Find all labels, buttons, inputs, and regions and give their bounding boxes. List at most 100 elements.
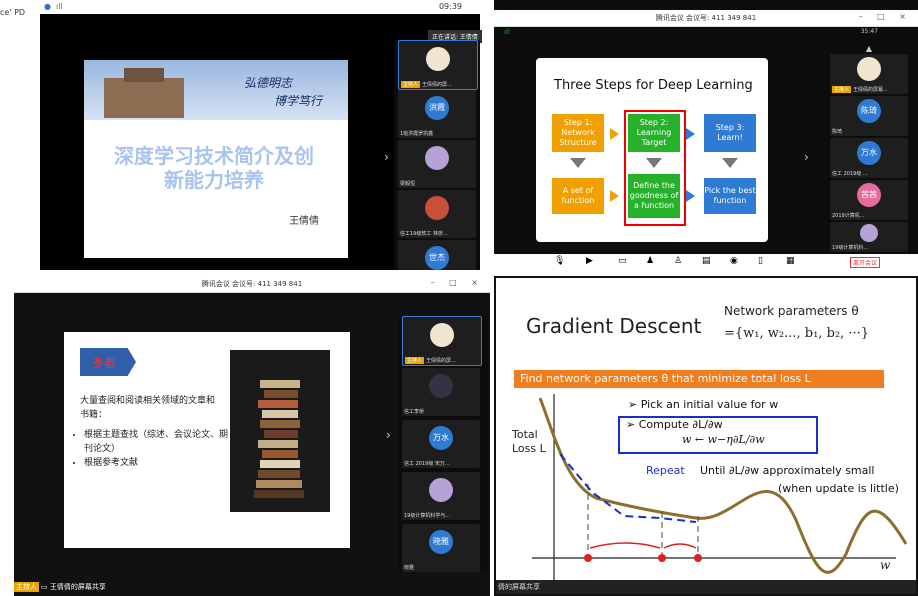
avatar: 洪霞 [425,96,449,120]
participant-tile[interactable]: 洪霞 1班洪霞罗凯鑫 [398,90,476,138]
bullet-list: 根据主题查找（综述、会议论文、期刊论文） 根据参考文献 [66,428,234,470]
books-image [230,350,330,512]
left-edge-label: ce' PD [0,8,26,17]
repeat-label: Repeat [646,464,685,477]
avatar [425,146,449,170]
highlight-frame [624,110,686,226]
members-icon[interactable]: ♟ [646,256,654,266]
participant-tile[interactable]: 晓雅 晓雅 [402,524,480,572]
participant-panel-q3: 主持人 王倩倩的屏... 信工李桥 万水 信工 2019级 宋万... 19级计算… [398,316,488,572]
participant-tile[interactable]: 19级计算机科学与... [402,472,480,520]
avatar: 茜茜 [857,183,881,207]
signal-icon: ıll [56,2,63,11]
mic-icon[interactable]: 🎙 [554,256,565,266]
participant-tile[interactable]: 主持人 王倩倩的屏幕... [830,54,908,94]
clock-text: 35:47 [860,28,878,35]
arrow-right-icon [610,128,619,140]
avatar [425,196,449,220]
participant-tile[interactable]: 世杰 [398,240,476,270]
clock-text: 09:39 [438,2,462,11]
params-label: Network parameters θ [724,304,859,318]
participant-panel-q2: ▲ 主持人 王倩倩的屏幕... 陈琦 陈琦 万水 信工 2019级 ... 茜茜 … [826,44,912,254]
slide-q1: 弘德明志 博学笃行 深度学习技术简介及创 新能力培养 王倩倩 [84,60,348,258]
avatar [860,224,878,242]
window-controls[interactable]: – □ × [859,12,912,21]
leave-button[interactable]: 离开会议 [849,257,880,268]
invite-icon[interactable]: ♙ [674,256,682,266]
compute-line: ➢ Compute ∂L/∂w [626,418,723,431]
avatar: 晓雅 [429,530,453,554]
participant-tile[interactable]: 梁毅恒 [398,140,476,188]
shield-icon: ● [44,2,51,11]
signal-icon: ıll [504,28,510,36]
when-text: (when update is little) [778,482,899,495]
step-point [658,554,666,562]
avatar [857,57,881,81]
participant-tile[interactable]: 万水 信工 2019级 宋万... [402,420,480,468]
slide-title-line2: 新能力培养 [164,168,264,192]
record-icon[interactable]: ◉ [730,256,738,266]
status-bar: ● ıll 09:39 [40,0,480,14]
participant-tile[interactable]: 茜茜 2019计算机... [830,180,908,220]
objective-text: Find network parameters θ that minimize … [520,372,811,385]
window-title: 腾讯会议 会议号: 411 349 841 [14,276,490,293]
step-point [694,554,702,562]
avatar: 世杰 [425,246,449,270]
share-icon[interactable]: ▭ [618,256,627,266]
step1-box: Step 1: Network Structure [552,114,604,152]
params-set: ={w₁, w₂..., b₁, b₂, ···} [724,326,870,341]
y-axis-label: Total Loss L [512,428,546,455]
chevron-right-icon[interactable]: › [384,150,389,164]
list-item: 根据主题查找（综述、会议论文、期刊论文） [84,428,234,456]
until-text: Until ∂L/∂w approximately small [700,464,875,477]
camera-icon[interactable]: ▶ [586,256,593,266]
calligraphy-2: 博学笃行 [274,94,323,108]
share-label: 倩的屏幕共享 [496,580,916,594]
arrow-down-icon [570,158,586,168]
avatar: 陈琦 [857,99,881,123]
arrow-right-icon [686,128,695,140]
chevron-right-icon[interactable]: › [804,150,809,164]
step3-box: Step 3: Learn! [704,114,756,152]
slide-title: Gradient Descent [526,314,702,338]
quadrant-bottom-right: Gradient Descent Network parameters θ ={… [494,276,918,596]
participant-tile[interactable]: 信工李桥 [402,368,480,416]
update-rule: w ← w−η∂L/∂w [682,433,765,446]
slide-title: Three Steps for Deep Learning [554,78,753,93]
share-icon: ▭ [41,583,48,591]
window-title: 腾讯会议 会议号: 411 349 841 [494,10,918,27]
participant-tile[interactable]: 万水 信工 2019级 ... [830,138,908,178]
arrow-down-icon [722,158,738,168]
best-function-box: Pick the best function [704,178,756,214]
step-point [584,554,592,562]
badge-text: 多看 [92,356,117,370]
avatar: 万水 [429,426,453,450]
quadrant-top-right: 腾讯会议 会议号: 411 349 841 – □ × 35:47 ıll Th… [494,0,918,270]
chat-icon[interactable]: ▤ [702,256,711,266]
meeting-toolbar: 🎙 ▶ ▭ ♟ ♙ ▤ ◉ ▯ ▦ 离开会议 [494,254,918,270]
chevron-up-icon[interactable]: ▲ [826,44,912,53]
arrow-right-icon [610,190,619,202]
function-set-box: A set of function [552,178,604,214]
slide-paragraph: 大量查阅和阅读相关领域的文章和书籍： [80,396,216,420]
participant-tile[interactable]: 主持人 王倩倩的屏... [402,316,482,366]
avatar [429,478,453,502]
campus-photo [84,60,348,120]
participant-tile[interactable]: 主持人 王倩倩的屏... [398,40,478,90]
participant-tile[interactable]: 19级计算机科... [830,222,908,252]
avatar [429,374,453,398]
pick-line: ➢ Pick an initial value for w [628,398,779,411]
participant-tile[interactable]: 陈琦 陈琦 [830,96,908,136]
brace [663,543,697,549]
doc-icon[interactable]: ▯ [758,256,763,266]
slide-q2: Three Steps for Deep Learning Step 1: Ne… [536,58,768,242]
apps-icon[interactable]: ▦ [786,256,795,266]
participant-tile[interactable]: 信工19级软工 林彦... [398,190,476,238]
avatar: 万水 [857,141,881,165]
chevron-right-icon[interactable]: › [386,428,391,442]
avatar [426,47,450,71]
arrow-right-icon [686,190,695,202]
list-item: 根据参考文献 [84,456,234,470]
share-label: 主持人 ▭ 王倩倩的屏幕共享 [14,582,106,592]
window-controls[interactable]: – □ × [431,278,484,287]
